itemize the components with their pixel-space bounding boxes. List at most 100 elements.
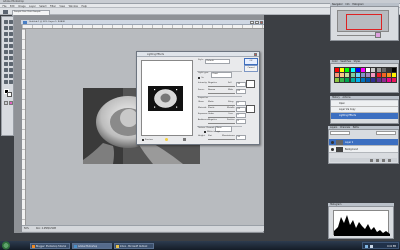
tab-paths[interactable]: Paths: [353, 126, 359, 129]
light-bulb-icon[interactable]: [165, 138, 168, 141]
cancel-button[interactable]: Cancel: [244, 65, 258, 72]
background-color-swatch[interactable]: [7, 92, 12, 97]
move-tool-icon[interactable]: [3, 20, 8, 24]
volume-icon[interactable]: [370, 245, 373, 248]
tab-info[interactable]: Info: [345, 3, 349, 6]
focus-value[interactable]: 69: [236, 88, 246, 94]
dialog-close-icon[interactable]: [254, 53, 257, 56]
eyedropper-tool-icon[interactable]: [8, 74, 13, 78]
white-is-high-checkbox[interactable]: [204, 131, 206, 133]
opacity-field[interactable]: [376, 131, 396, 135]
layer-row[interactable]: Background: [329, 146, 398, 153]
taskbar-item-photoshop[interactable]: Adobe Photoshop: [72, 242, 112, 249]
screen-mode-icon[interactable]: [9, 101, 13, 105]
magic-wand-tool-icon[interactable]: [8, 26, 13, 30]
clock[interactable]: 9:41 PM: [387, 243, 396, 250]
tab-history[interactable]: History: [332, 96, 340, 99]
minimize-icon[interactable]: [250, 21, 254, 24]
zoom-level[interactable]: 50%: [24, 226, 29, 232]
clone-stamp-tool-icon[interactable]: [3, 44, 8, 48]
gloss-value[interactable]: 0: [236, 100, 246, 106]
network-icon[interactable]: [365, 245, 368, 248]
navigator-zoom-slider[interactable]: [337, 35, 377, 36]
trash-icon[interactable]: [183, 138, 186, 141]
eye-icon[interactable]: [330, 141, 334, 144]
adjustment-layer-icon[interactable]: [382, 158, 385, 162]
taskbar-label: Blogger: Photoshop Tutorial: [36, 244, 67, 248]
dialog-title-bar[interactable]: Lighting Effects: [137, 52, 259, 57]
eyedropper-icon[interactable]: [3, 9, 8, 14]
document-status-bar: 50% Doc: 2.25M/4.50M: [22, 225, 264, 231]
eraser-tool-icon[interactable]: [3, 50, 8, 54]
tab-histogram[interactable]: Histogram: [352, 3, 363, 6]
intensity-slider[interactable]: [208, 86, 235, 87]
tab-navigator[interactable]: Navigator: [332, 3, 343, 6]
light-type-dropdown[interactable]: Omni: [211, 72, 232, 78]
style-dropdown[interactable]: Default: [205, 58, 230, 64]
gradient-tool-icon[interactable]: [8, 50, 13, 54]
preview-checkbox[interactable]: [142, 139, 144, 141]
taskbar-item-blogger[interactable]: Blogger: Photoshop Tutorial: [30, 242, 70, 249]
height-value[interactable]: 50: [236, 134, 246, 140]
tab-actions[interactable]: Actions: [343, 96, 351, 99]
material-value[interactable]: 69: [236, 106, 246, 112]
tab-styles[interactable]: Styles: [354, 60, 361, 63]
height-slider[interactable]: [208, 139, 235, 140]
dialog-title: Lighting Effects: [147, 53, 164, 56]
preview-image[interactable]: [148, 86, 183, 111]
ambience-color-swatch[interactable]: [246, 105, 255, 113]
dodge-tool-icon[interactable]: [8, 56, 13, 60]
color-swatch[interactable]: [391, 77, 398, 84]
maximize-icon[interactable]: [255, 21, 259, 24]
notes-tool-icon[interactable]: [3, 74, 8, 78]
histogram-graph: [334, 215, 390, 236]
navigator-view-box[interactable]: [346, 14, 382, 30]
quick-mask-icon[interactable]: [4, 101, 8, 105]
layer-row[interactable]: Layer 1: [329, 139, 398, 146]
new-layer-icon[interactable]: [370, 158, 373, 162]
tab-channels[interactable]: Channels: [340, 126, 350, 129]
focus-slider[interactable]: [208, 93, 235, 94]
path-selection-tool-icon[interactable]: [3, 68, 8, 72]
taskbar-item-outlook[interactable]: Inbox - Microsoft Outlook: [114, 242, 154, 249]
type-tool-icon[interactable]: [8, 62, 13, 66]
close-icon[interactable]: [260, 21, 263, 24]
eye-icon[interactable]: [330, 148, 334, 151]
start-button[interactable]: [1, 241, 11, 250]
white-is-high-label: White is high: [207, 130, 221, 133]
shape-tool-icon[interactable]: [8, 68, 13, 72]
marquee-tool-icon[interactable]: [8, 20, 13, 24]
pen-tool-icon[interactable]: [3, 62, 8, 66]
history-item-lighting-effects[interactable]: Lighting Effects: [331, 113, 398, 119]
history-brush-tool-icon[interactable]: [8, 44, 13, 48]
trash-icon[interactable]: [388, 158, 391, 162]
exposure-value[interactable]: 0: [236, 112, 246, 118]
ambience-value[interactable]: 8: [236, 118, 246, 124]
tab-color[interactable]: Color: [332, 60, 338, 63]
light-color-swatch[interactable]: [246, 80, 255, 88]
ambience-slider[interactable]: [208, 123, 235, 124]
intensity-value[interactable]: 35: [236, 81, 246, 87]
blend-mode-dropdown[interactable]: [330, 131, 350, 135]
lasso-tool-icon[interactable]: [3, 26, 8, 30]
tab-layers[interactable]: Layers: [330, 126, 337, 129]
ok-button[interactable]: OK: [244, 58, 258, 65]
layer-mask-icon[interactable]: [376, 158, 379, 162]
exposure-min-label: Under: [208, 113, 215, 115]
gloss-slider[interactable]: [208, 105, 235, 106]
preview-label: Preview: [145, 138, 153, 141]
navigator-zoom-swatch[interactable]: [375, 32, 381, 38]
brush-tool-icon[interactable]: [8, 38, 13, 42]
crop-tool-icon[interactable]: [3, 32, 8, 36]
hand-tool-icon[interactable]: [3, 80, 8, 84]
blur-tool-icon[interactable]: [3, 56, 8, 60]
navigator-thumbnail[interactable]: [337, 10, 389, 32]
healing-brush-tool-icon[interactable]: [3, 38, 8, 42]
navigator-tabs: Navigator Info Histogram: [330, 3, 399, 7]
tab-swatches[interactable]: Swatches: [340, 60, 350, 63]
on-checkbox[interactable]: [198, 77, 200, 79]
material-slider[interactable]: [208, 111, 235, 112]
exposure-slider[interactable]: [208, 117, 235, 118]
zoom-tool-icon[interactable]: [8, 80, 13, 84]
slice-tool-icon[interactable]: [8, 32, 13, 36]
